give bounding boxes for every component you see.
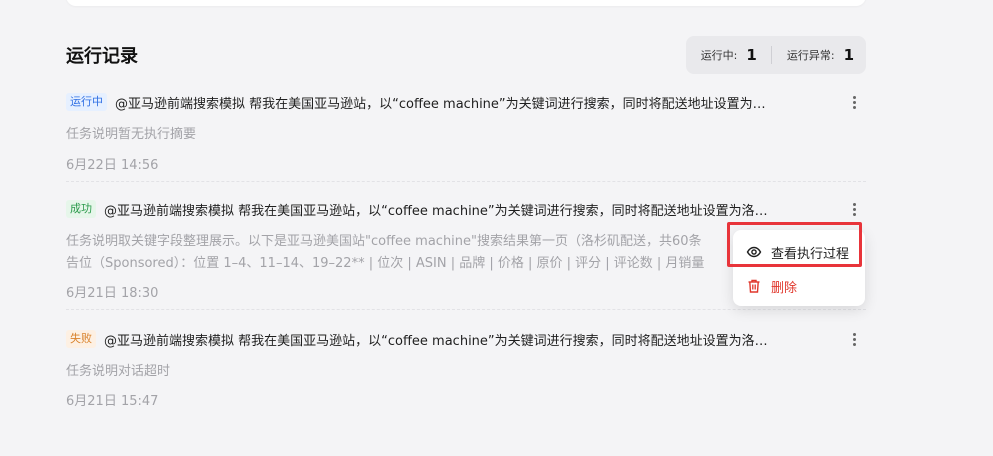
delete-label: 删除 (771, 280, 798, 296)
record-description-line: 任务说明取关键字段整理展示。以下是亚马逊美国站"coffee machine"搜… (66, 234, 702, 249)
more-actions-button[interactable] (849, 200, 859, 218)
record-date: 6月21日 15:47 (66, 394, 159, 409)
record-item[interactable]: 运行中 @亚马逊前端搜索模拟 帮我在美国亚马逊站，以“coffee machin… (66, 92, 866, 182)
stat-running-value: 1 (746, 46, 757, 64)
trash-icon (746, 278, 762, 294)
stat-running: 运行中: 1 (701, 46, 757, 64)
section-header: 运行记录 运行中: 1 运行异常: 1 (66, 36, 866, 74)
more-dot-icon (852, 95, 856, 99)
stat-error-label: 运行异常: (786, 49, 835, 62)
more-dot-icon (852, 105, 856, 109)
view-execution-menu-item[interactable]: 查看执行过程 (733, 238, 865, 266)
top-card (66, 0, 866, 6)
record-description: 任务说明对话超时 (66, 364, 171, 379)
record-title[interactable]: @亚马逊前端搜索模拟 帮我在美国亚马逊站，以“coffee machine”为关… (115, 93, 766, 112)
status-summary: 运行中: 1 运行异常: 1 (685, 36, 866, 74)
more-actions-button[interactable] (849, 330, 859, 348)
record-title[interactable]: @亚马逊前端搜索模拟 帮我在美国亚马逊站，以“coffee machine”为关… (104, 330, 768, 349)
page: 运行记录 运行中: 1 运行异常: 1 运行中 @亚马逊前端搜索模拟 帮我在美国… (0, 0, 993, 456)
more-dot-icon (852, 337, 856, 341)
delete-menu-item[interactable]: 删除 (733, 272, 865, 300)
status-badge-running: 运行中 (66, 93, 107, 111)
more-dot-icon (852, 212, 856, 216)
status-badge-success: 成功 (66, 200, 96, 218)
more-dot-icon (852, 202, 856, 206)
more-dot-icon (852, 332, 856, 336)
record-description: 任务说明暂无执行摘要 (66, 127, 197, 142)
record-description-line: 告位（Sponsored）：位置 1–4、11–14、19–22** | 位次 … (66, 256, 705, 271)
stat-divider (770, 46, 772, 64)
section-title: 运行记录 (66, 46, 138, 67)
record-divider (66, 181, 866, 182)
more-dot-icon (852, 207, 856, 211)
stat-running-label: 运行中: (700, 49, 738, 62)
context-menu: 查看执行过程 删除 (733, 230, 865, 306)
record-item[interactable]: 失败 @亚马逊前端搜索模拟 帮我在美国亚马逊站，以“coffee machine… (66, 329, 866, 419)
record-divider (66, 309, 866, 310)
record-title[interactable]: @亚马逊前端搜索模拟 帮我在美国亚马逊站，以“coffee machine”为关… (104, 200, 768, 219)
more-dot-icon (852, 100, 856, 104)
eye-icon (746, 244, 762, 260)
view-execution-label: 查看执行过程 (771, 246, 850, 262)
more-actions-button[interactable] (849, 93, 859, 111)
record-date: 6月21日 18:30 (66, 286, 159, 301)
status-badge-failed: 失败 (66, 330, 96, 348)
stat-error-value: 1 (843, 46, 854, 64)
more-dot-icon (852, 342, 856, 346)
record-date: 6月22日 14:56 (66, 158, 159, 173)
stat-error: 运行异常: 1 (787, 46, 854, 64)
